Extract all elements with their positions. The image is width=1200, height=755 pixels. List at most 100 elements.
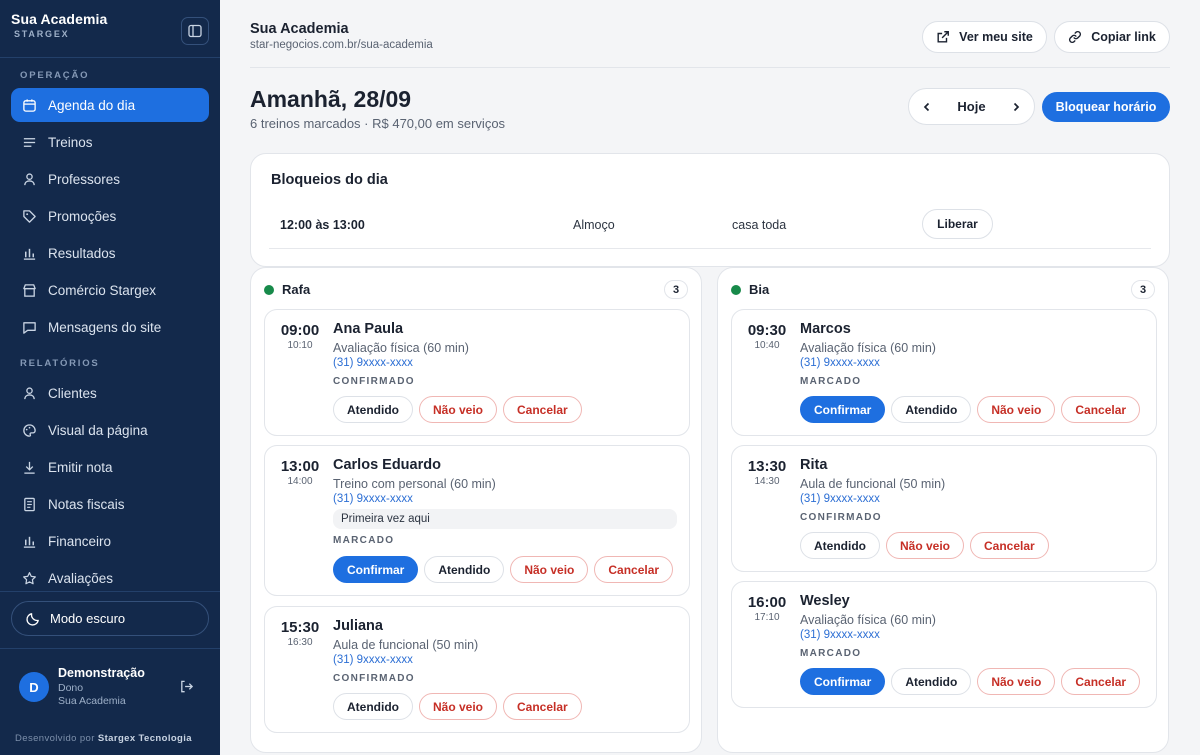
cancel-button[interactable]: Cancelar [1061,396,1141,423]
sidebar-item-notas-fiscais[interactable]: Notas fiscais [11,487,209,521]
sidebar-divider [0,648,220,649]
service-name: Aula de funcional (50 min) [800,477,946,491]
user-org: Sua Academia [58,695,126,707]
appointment-end-time: 17:10 [754,612,780,623]
attended-button[interactable]: Atendido [333,693,413,720]
logout-icon[interactable] [179,679,194,694]
sidebar-divider [0,57,220,58]
sidebar-item-label: Clientes [48,385,97,401]
no-show-button[interactable]: Não veio [977,668,1056,695]
no-show-button[interactable]: Não veio [886,532,965,559]
client-phone[interactable]: (31) 9xxxx-xxxx [800,357,880,369]
user-role: Dono [58,682,84,694]
attended-button[interactable]: Atendido [891,396,972,423]
appointment-card[interactable]: 15:30 16:30 Juliana Aula de funcional (5… [264,606,690,733]
service-name: Avaliação física (60 min) [800,341,936,355]
confirm-button[interactable]: Confirmar [800,668,886,695]
staff-name: Rafa [282,282,311,297]
user-profile: D Demonstração Dono Sua Academia [19,666,209,710]
sidebar-item-emitir-nota[interactable]: Emitir nota [11,450,209,484]
confirm-button[interactable]: Confirmar [333,556,419,583]
appointment-time: 09:00 [280,322,320,339]
sidebar-item-mensagens[interactable]: Mensagens do site [11,310,209,344]
credit-company: Stargex Tecnologia [97,733,192,744]
dark-mode-toggle[interactable]: Modo escuro [11,601,209,636]
client-name: Marcos [800,321,851,337]
sidebar-item-clientes[interactable]: Clientes [11,376,209,410]
view-site-label: Ver meu site [959,30,1033,44]
appointment-end-time: 10:40 [754,340,780,351]
today-button[interactable]: Hoje [957,99,985,114]
no-show-button[interactable]: Não veio [510,556,589,583]
client-phone[interactable]: (31) 9xxxx-xxxx [333,654,413,666]
no-show-button[interactable]: Não veio [977,396,1056,423]
sidebar-item-professores[interactable]: Professores [11,162,209,196]
service-name: Avaliação física (60 min) [800,613,936,627]
appointment-card[interactable]: 13:30 14:30 Rita Aula de funcional (50 m… [731,445,1157,572]
sidebar-item-visual[interactable]: Visual da página [11,413,209,447]
block-time-button[interactable]: Bloquear horário [1042,92,1170,122]
client-phone[interactable]: (31) 9xxxx-xxxx [333,357,413,369]
block-time: 12:00 às 13:00 [280,218,365,232]
sidebar-item-resultados[interactable]: Resultados [11,236,209,270]
day-summary: 6 treinos marcados · R$ 470,00 em serviç… [250,116,506,131]
brand: Sua Academia STARGEX [11,11,107,39]
cancel-button[interactable]: Cancelar [503,396,582,423]
sidebar-item-label: Avaliações [48,570,114,586]
sidebar-item-label: Treinos [48,134,93,150]
appointment-card[interactable]: 09:00 10:10 Ana Paula Avaliação física (… [264,309,690,436]
attended-button[interactable]: Atendido [891,668,972,695]
person-icon [21,385,37,401]
appointment-card[interactable]: 09:30 10:40 Marcos Avaliação física (60 … [731,309,1157,436]
staff-column-rafa: Rafa 3 09:00 10:10 Ana Paula Avaliação f… [250,267,702,753]
date-navigator: Hoje [908,88,1035,125]
sidebar-item-financeiro[interactable]: Financeiro [11,524,209,558]
chevron-right-icon[interactable] [1010,101,1022,113]
sidebar-item-label: Notas fiscais [48,496,125,512]
sidebar-item-label: Professores [48,171,121,187]
client-phone[interactable]: (31) 9xxxx-xxxx [800,629,880,641]
attended-button[interactable]: Atendido [800,532,880,559]
sidebar-item-treinos[interactable]: Treinos [11,125,209,159]
appointment-note: Primeira vez aqui [333,509,677,529]
client-name: Ana Paula [333,321,404,337]
page-header: Sua Academia star-negocios.com.br/sua-ac… [250,21,433,51]
moon-icon [26,611,41,626]
release-button[interactable]: Liberar [922,209,993,239]
brand-subtitle: STARGEX [14,29,70,39]
attended-button[interactable]: Atendido [424,556,505,583]
store-icon [21,282,37,298]
appointment-card[interactable]: 16:00 17:10 Wesley Avaliação física (60 … [731,581,1157,708]
blocks-title: Bloqueios do dia [271,172,388,188]
appointment-card[interactable]: 13:00 14:00 Carlos Eduardo Treino com pe… [264,445,690,596]
sidebar-item-promocoes[interactable]: Promoções [11,199,209,233]
service-name: Avaliação física (60 min) [333,341,469,355]
block-reason: Almoço [573,218,615,232]
service-name: Treino com personal (60 min) [333,477,496,491]
sidebar-toggle-button[interactable] [181,17,209,45]
chevron-left-icon[interactable] [921,101,933,113]
cancel-button[interactable]: Cancelar [503,693,582,720]
no-show-button[interactable]: Não veio [419,396,498,423]
credit-prefix: Desenvolvido por [15,733,95,744]
client-phone[interactable]: (31) 9xxxx-xxxx [800,493,880,505]
confirm-button[interactable]: Confirmar [800,396,886,423]
cancel-button[interactable]: Cancelar [970,532,1049,559]
cancel-button[interactable]: Cancelar [594,556,674,583]
no-show-button[interactable]: Não veio [419,693,498,720]
appointment-actions: Atendido Não veio Cancelar [333,693,582,720]
view-site-button[interactable]: Ver meu site [922,21,1047,53]
client-name: Wesley [800,593,850,609]
sidebar-item-agenda[interactable]: Agenda do dia [11,88,209,122]
appointment-time: 16:00 [747,594,787,611]
sidebar-item-avaliacoes[interactable]: Avaliações [11,561,209,595]
attended-button[interactable]: Atendido [333,396,413,423]
copy-link-button[interactable]: Copiar link [1054,21,1170,53]
list-icon [21,134,37,150]
cancel-button[interactable]: Cancelar [1061,668,1141,695]
client-name: Rita [800,457,828,473]
sidebar-item-comercio[interactable]: Comércio Stargex [11,273,209,307]
client-phone[interactable]: (31) 9xxxx-xxxx [333,493,413,505]
appointment-actions: Confirmar Atendido Não veio Cancelar [333,556,674,583]
site-url: star-negocios.com.br/sua-academia [250,39,433,51]
